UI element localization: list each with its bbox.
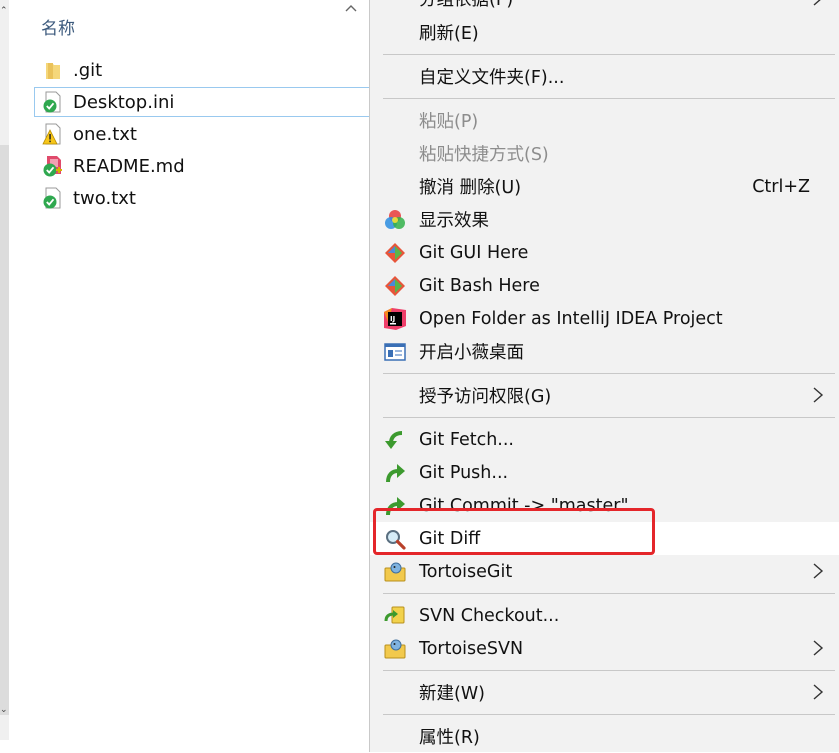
menu-separator (383, 670, 835, 671)
file-row-desktop-ini[interactable]: Desktop.ini (34, 87, 370, 117)
submenu-arrow-icon (813, 640, 824, 656)
file-name: one.txt (73, 123, 137, 145)
menu-separator (383, 373, 835, 374)
file-row-one-txt[interactable]: one.txt (35, 119, 369, 149)
file-name: Desktop.ini (73, 91, 175, 113)
git-modified-warning-icon (42, 123, 61, 145)
git-gui-icon (385, 242, 405, 263)
git-clean-file-icon (43, 91, 61, 113)
menu-item-paste[interactable]: 粘贴(P) (370, 104, 839, 137)
file-name: .git (73, 59, 103, 81)
menu-item-tortoisesvn[interactable]: TortoiseSVN (370, 632, 839, 665)
menu-item-tortoisegit[interactable]: TortoiseGit (370, 555, 839, 588)
git-bash-icon (385, 275, 405, 296)
file-row-git-folder[interactable]: .git (35, 55, 369, 85)
git-added-file-icon (43, 156, 62, 177)
menu-separator (383, 54, 835, 55)
menu-item-xiaowei-desktop[interactable]: 开启小薇桌面 (370, 335, 839, 368)
git-push-arrow-icon (386, 463, 405, 482)
file-name: README.md (73, 155, 185, 177)
undo-shortcut-label: Ctrl+Z (752, 176, 810, 197)
folder-icon (46, 63, 60, 79)
intellij-idea-icon: IJ (384, 307, 406, 330)
sort-ascending-icon (345, 5, 357, 12)
menu-separator (383, 98, 835, 99)
menu-item-refresh[interactable]: 刷新(E) (370, 16, 839, 49)
submenu-arrow-icon (813, 684, 824, 700)
file-row-two-txt[interactable]: two.txt (35, 183, 369, 213)
menu-item-properties[interactable]: 属性(R) (370, 720, 839, 753)
left-scrollbar[interactable]: ⌃ ⌄ (0, 0, 9, 740)
submenu-arrow-icon (813, 387, 824, 403)
menu-separator (383, 593, 835, 594)
tortoisesvn-icon (384, 639, 406, 658)
git-clean-file-icon (43, 187, 61, 209)
file-name: two.txt (73, 187, 136, 209)
desktop-window-icon (384, 342, 406, 361)
svg-text:IJ: IJ (390, 315, 395, 323)
menu-item-git-fetch[interactable]: Git Fetch... (370, 423, 839, 456)
scroll-down-arrow-icon[interactable]: ⌄ (0, 705, 8, 715)
menu-item-svn-checkout[interactable]: SVN Checkout... (370, 599, 839, 632)
menu-item-paste-shortcut[interactable]: 粘贴快捷方式(S) (370, 137, 839, 170)
menu-item-customize-folder[interactable]: 自定义文件夹(F)... (370, 60, 839, 93)
menu-item-git-push[interactable]: Git Push... (370, 456, 839, 489)
color-wheel-icon (385, 209, 405, 229)
file-row-readme[interactable]: README.md (35, 151, 369, 181)
tortoisegit-icon (384, 562, 406, 581)
git-fetch-arrow-icon (385, 430, 403, 449)
git-diff-highlight-annotation (373, 508, 655, 555)
scrollbar-thumb[interactable] (0, 145, 9, 715)
file-list-pane: 名称 .git Desktop.ini one.txt README.md tw… (9, 0, 370, 740)
submenu-arrow-icon (813, 563, 824, 579)
scroll-up-arrow-icon[interactable]: ⌃ (0, 6, 8, 16)
menu-item-display-effects[interactable]: 显示效果 (370, 203, 839, 236)
menu-item-undo-delete[interactable]: 撤消 删除(U) Ctrl+Z (370, 170, 839, 203)
submenu-arrow-icon (813, 0, 821, 6)
context-menu: 分组依据(P) 刷新(E) 自定义文件夹(F)... 粘贴(P) 粘贴快捷方式(… (369, 0, 839, 752)
name-column-header[interactable]: 名称 (41, 14, 75, 39)
menu-separator (383, 417, 835, 418)
menu-item-intellij[interactable]: IJ Open Folder as IntelliJ IDEA Project (370, 302, 839, 335)
menu-item-group-by[interactable]: 分组依据(P) (370, 0, 839, 15)
svn-checkout-icon (384, 606, 405, 623)
menu-item-grant-access[interactable]: 授予访问权限(G) (370, 379, 839, 412)
menu-separator (383, 714, 835, 715)
menu-item-git-gui[interactable]: Git GUI Here (370, 236, 839, 269)
menu-item-new[interactable]: 新建(W) (370, 676, 839, 709)
menu-item-git-bash[interactable]: Git Bash Here (370, 269, 839, 302)
